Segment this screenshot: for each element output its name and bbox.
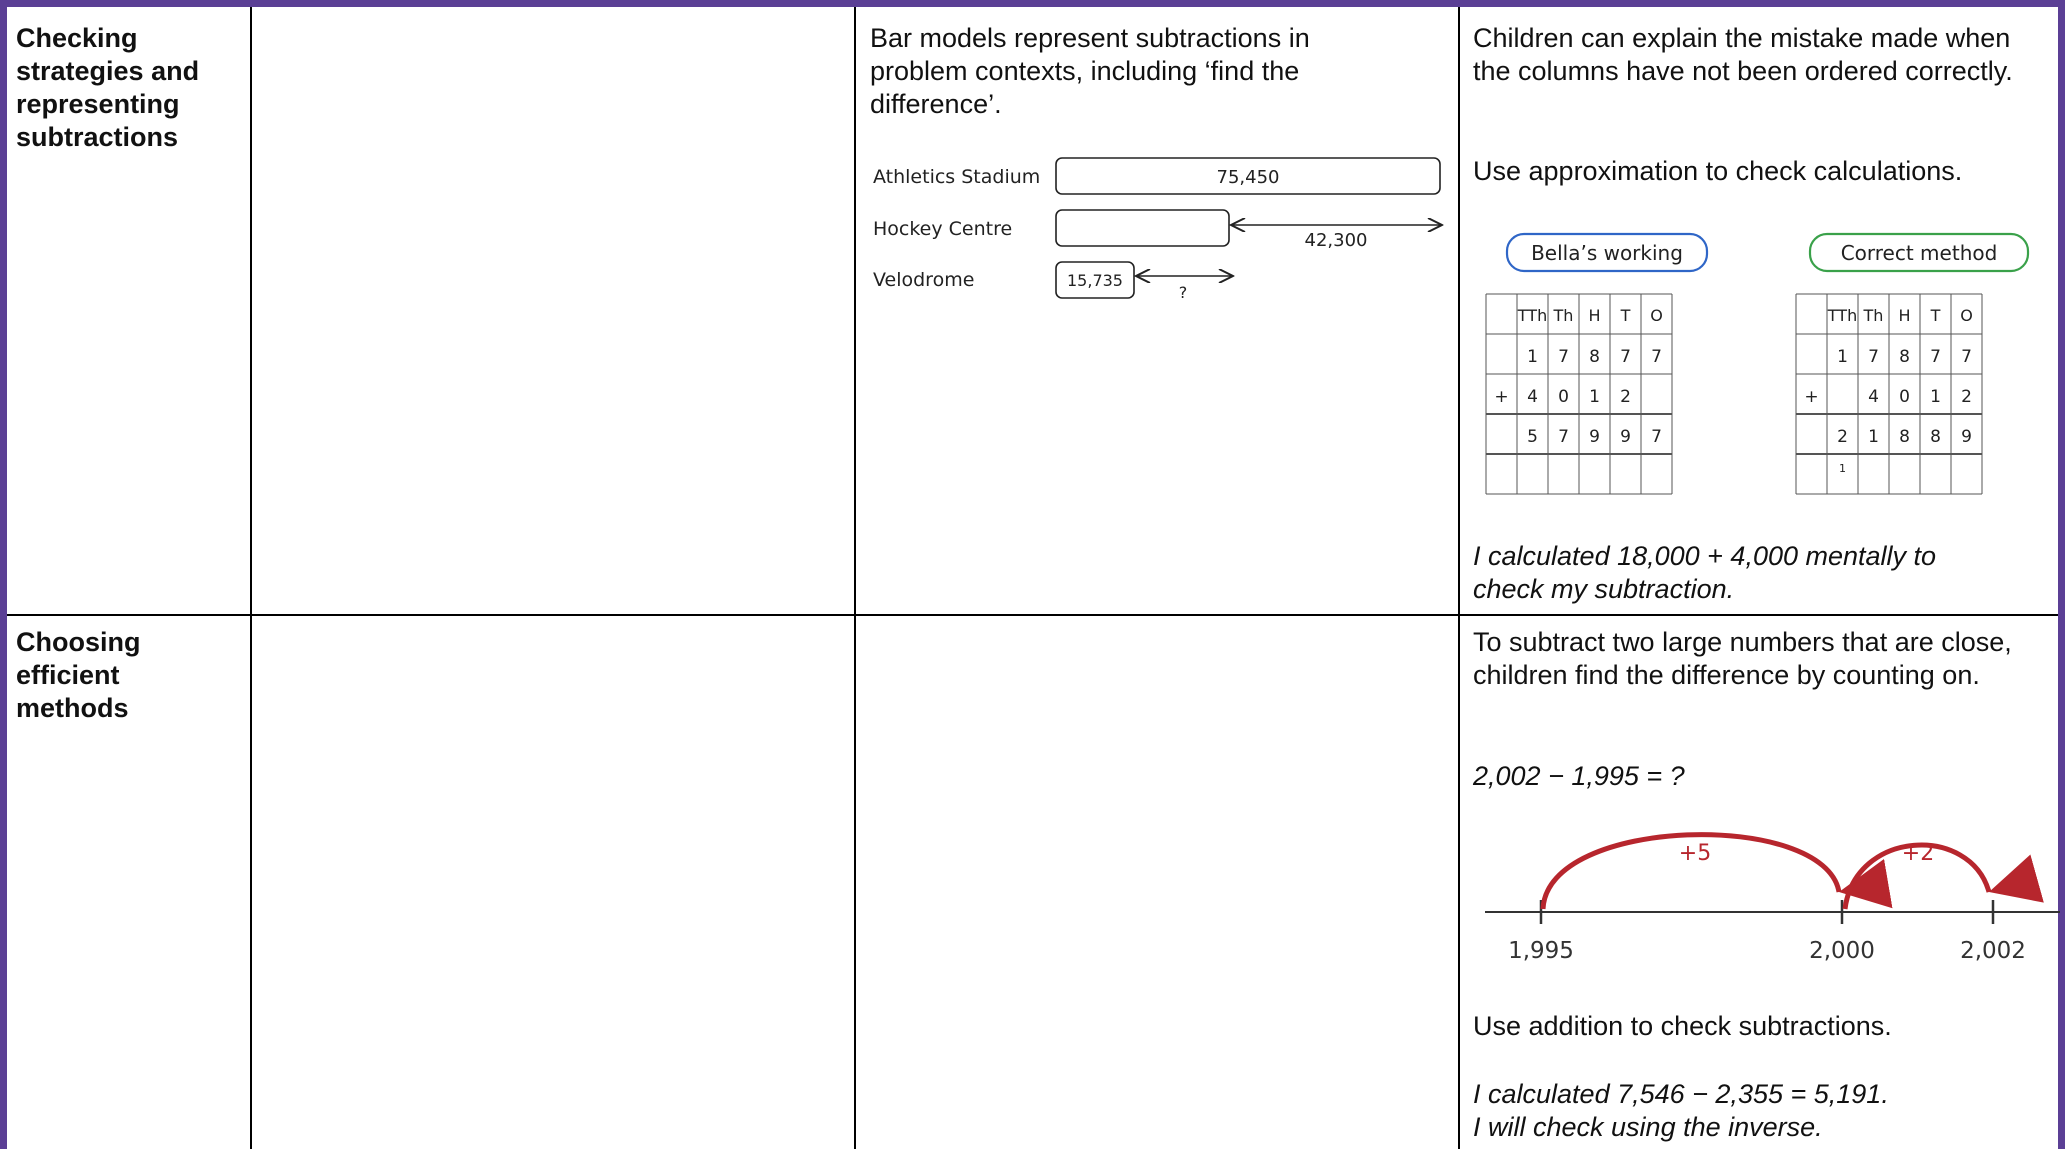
correct-digit-cell: 8 <box>1930 427 1941 447</box>
bella-digit-cell: 9 <box>1620 427 1631 447</box>
bar-label-hockey: Hockey Centre <box>873 218 1012 240</box>
bella-grid: TTh Th H T O1 7 8 7 7+ 4 0 1 25 7 9 9 7 <box>1485 293 1673 495</box>
jump-label-plus2: +2 <box>1902 841 1934 866</box>
row2-col4-text2: Use addition to check subtractions. <box>1473 1011 1892 1041</box>
row2-col4-text1: To subtract two large numbers that are c… <box>1473 627 2012 690</box>
correct-header-cell: TTh <box>1827 306 1857 325</box>
bella-digit-cell: 0 <box>1558 387 1569 407</box>
bella-digit-cell: 7 <box>1558 347 1569 367</box>
column-divider-2 <box>854 7 856 1149</box>
correct-method-diagram: Correct method TTh Th H T O1 7 8 7 7+ 4 0 1 22 1 8 8 91 <box>1795 232 2030 495</box>
row2-topic: Choosing efficient methods <box>16 627 141 723</box>
bella-digit-cell: 7 <box>1651 427 1662 447</box>
bella-header-cell: H <box>1588 306 1600 325</box>
correct-header-cell: H <box>1898 306 1910 325</box>
bar-hockey <box>1055 209 1230 247</box>
correct-digit-cell: 7 <box>1961 347 1972 367</box>
tick-label-1995: 1,995 <box>1508 938 1574 964</box>
correct-digit-cell: 1 <box>1868 427 1879 447</box>
bella-header-cell: T <box>1620 306 1631 325</box>
bella-digit-cell: 4 <box>1527 387 1538 407</box>
bella-header-cell: O <box>1650 306 1663 325</box>
correct-digit-cell: 9 <box>1961 427 1972 447</box>
correct-digit-cell: + <box>1804 387 1818 407</box>
row1-col4-text2: Use approximation to check calculations. <box>1473 156 1963 186</box>
row1-col3-text: Bar models represent subtractions in pro… <box>870 23 1310 119</box>
bella-digit-cell: 7 <box>1620 347 1631 367</box>
bella-digit-cell: 5 <box>1527 427 1538 447</box>
tick-label-2000: 2,000 <box>1809 938 1875 964</box>
correct-digit-cell: 4 <box>1868 387 1879 407</box>
bella-title: Bella’s working <box>1531 241 1683 265</box>
correct-title: Correct method <box>1841 241 1998 265</box>
row1-col4-text1: Children can explain the mistake made wh… <box>1473 23 2013 86</box>
correct-header-cell: T <box>1930 306 1941 325</box>
correct-header-cell: O <box>1960 306 1973 325</box>
bar-velodrome-value: 15,735 <box>1067 271 1123 290</box>
row1-topic: Checking strategies and representing sub… <box>16 23 200 152</box>
bella-digit-cell: 8 <box>1589 347 1600 367</box>
correct-digit-cell: 1 <box>1837 347 1848 367</box>
correct-header-cell: Th <box>1863 306 1884 325</box>
bella-digit-cell: + <box>1494 387 1508 407</box>
column-divider-3 <box>1458 7 1460 1149</box>
correct-digit-cell: 7 <box>1868 347 1879 367</box>
correct-digit-cell: 2 <box>1837 427 1848 447</box>
correct-digit-cell: 7 <box>1930 347 1941 367</box>
bella-digit-cell: 2 <box>1620 387 1631 407</box>
correct-digit-cell: 0 <box>1899 387 1910 407</box>
velodrome-diff-label: ? <box>1179 283 1188 302</box>
row2-col4-equation: 2,002 − 1,995 = ? <box>1473 761 1685 791</box>
bella-digit-cell: 7 <box>1651 347 1662 367</box>
bar-model-diagram: Athletics Stadium Hockey Centre Velodrom… <box>873 157 1450 302</box>
jump-label-plus5: +5 <box>1679 841 1711 866</box>
column-divider-1 <box>250 7 252 1149</box>
correct-digit-cell: 8 <box>1899 347 1910 367</box>
bella-digit-cell: 9 <box>1589 427 1600 447</box>
bar-athletics-value: 75,450 <box>1217 167 1280 188</box>
correct-carry-digit: 1 <box>1839 462 1846 475</box>
correct-digit-cell: 1 <box>1930 387 1941 407</box>
bella-digit-cell: 1 <box>1527 347 1538 367</box>
correct-digit-cell: 2 <box>1961 387 1972 407</box>
number-line-diagram: +5 +2 1,995 2,000 2,002 <box>1485 832 2060 964</box>
bar-label-athletics: Athletics Stadium <box>873 166 1040 188</box>
row-divider <box>7 614 2058 616</box>
row2-col4-italic2: I will check using the inverse. <box>1473 1112 1823 1142</box>
hockey-diff-label: 42,300 <box>1305 230 1368 251</box>
bella-digit-cell: 1 <box>1589 387 1600 407</box>
tick-label-2002: 2,002 <box>1960 938 2026 964</box>
bella-header-cell: TTh <box>1517 306 1547 325</box>
row1-col4-italic: I calculated 18,000 + 4,000 mentally to … <box>1473 541 1937 604</box>
bella-digit-cell: 7 <box>1558 427 1569 447</box>
bar-label-velodrome: Velodrome <box>873 269 974 291</box>
bella-header-cell: Th <box>1553 306 1574 325</box>
bella-working-diagram: Bella’s working TTh Th H T O1 7 8 7 7+ 4 0 1 25 7 9 9 7 <box>1485 232 1709 495</box>
row2-col4-italic1: I calculated 7,546 − 2,355 = 5,191. <box>1473 1079 1889 1109</box>
correct-grid: TTh Th H T O1 7 8 7 7+ 4 0 1 22 1 8 8 91 <box>1795 293 1983 495</box>
correct-digit-cell: 8 <box>1899 427 1910 447</box>
